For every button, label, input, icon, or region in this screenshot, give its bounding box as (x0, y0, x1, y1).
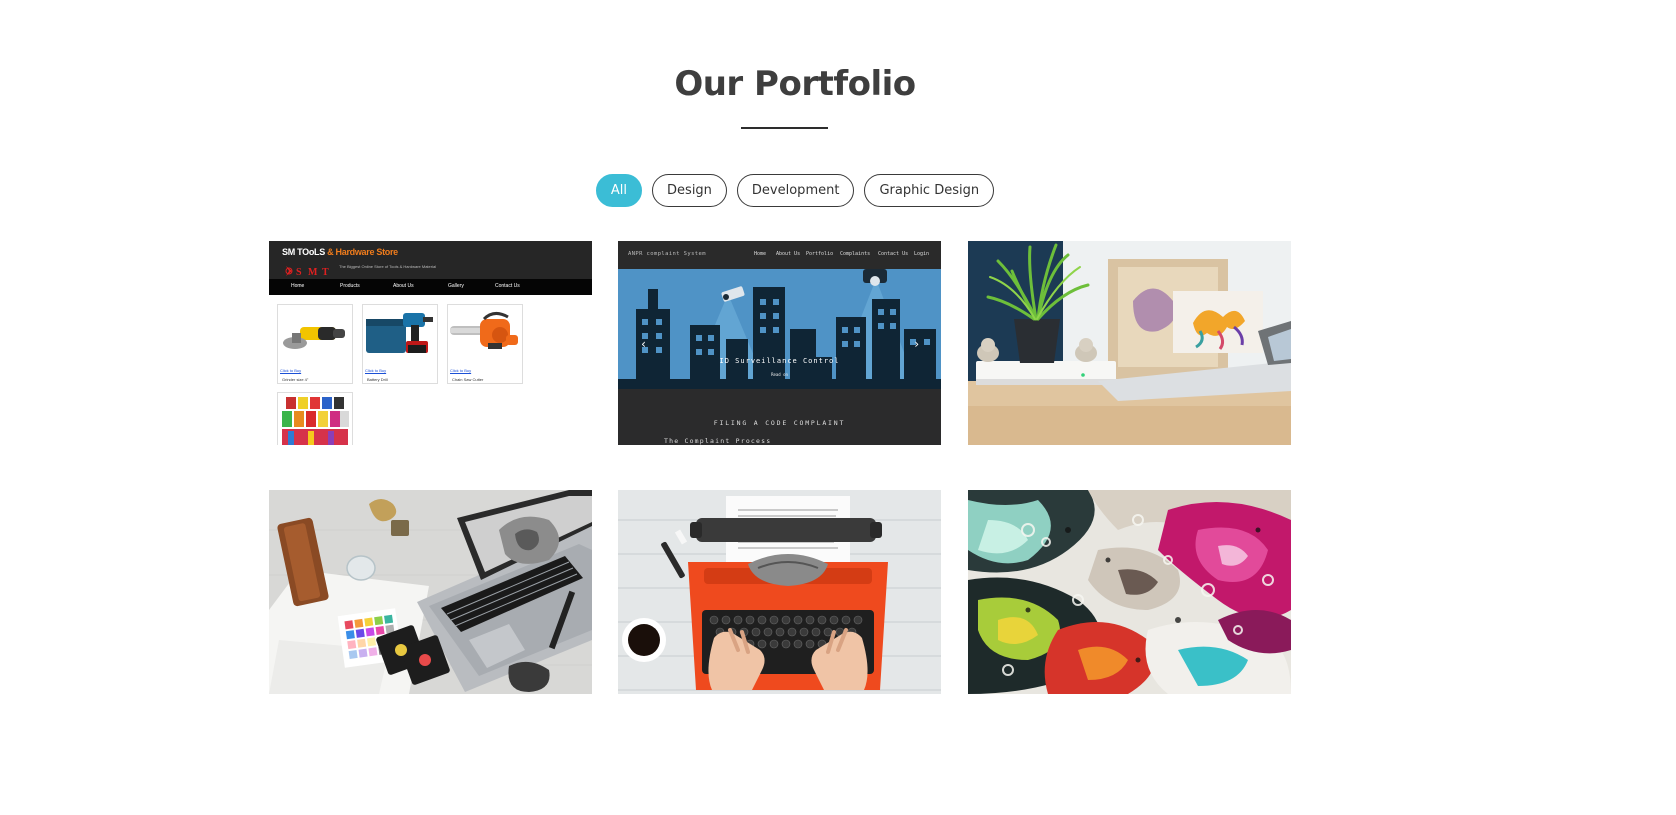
portfolio-item-laptop-drawing[interactable] (269, 490, 592, 694)
site-brand: ANPR complaint System (628, 251, 706, 257)
product-card-drill: Click to Buy Battery Drill (362, 304, 438, 384)
site-nav-contact: Contact Us (495, 283, 520, 289)
site-nav-about: About Us (393, 283, 414, 289)
site-menu-item: Login (914, 251, 930, 257)
laptop-drawing-photo (269, 490, 592, 694)
product-card-chainsaw: Click to Buy Chain Saw Cutter (447, 304, 523, 384)
product-name: Battery Drill (367, 377, 388, 382)
site-nav-gallery: Gallery (448, 283, 464, 289)
site-menu-item: Home (754, 251, 767, 257)
hero-small-text: Read on (771, 372, 788, 377)
carousel-next-icon: › (913, 337, 921, 351)
site-menu-item: Contact Us (878, 251, 909, 257)
site-header: ANPR complaint System Home About Us Port… (618, 241, 941, 269)
product-buy-link: Click to Buy (450, 368, 472, 373)
section-heading: FILING A CODE COMPLAINT (713, 419, 846, 427)
product-name: Chain Saw Cutter (452, 377, 484, 382)
title-underline (741, 127, 828, 129)
filter-graphic-design-button[interactable]: Graphic Design (864, 174, 995, 207)
product-card-grinder: Click to Buy Grinder size 4" (277, 304, 353, 384)
filter-development-button[interactable]: Development (736, 174, 855, 207)
svg-text:S: S (296, 267, 302, 278)
city-skyline-illustration (618, 269, 941, 389)
carousel-prev-icon: ‹ (640, 337, 648, 351)
product-name: Grinder size 4" (282, 377, 309, 382)
site-nav-home: Home (291, 283, 305, 289)
drill-image (366, 313, 433, 353)
product-card-paint (277, 392, 353, 445)
product-buy-link: Click to Buy (365, 368, 387, 373)
portfolio-item-fluid-art[interactable] (968, 490, 1291, 694)
store-tagline: The Biggest Online Store of Tools & Hard… (339, 264, 437, 269)
portfolio-section: Our Portfolio All Design Development Gra… (0, 0, 1676, 815)
store-name-main: SM TOoLS (282, 247, 325, 257)
site-menu-item: Complaints (840, 251, 871, 257)
store-name-accent: & Hardware Store (327, 247, 398, 257)
fluid-art-photo (968, 490, 1291, 694)
store-name: SM TOoLS & Hardware Store (282, 247, 398, 257)
portfolio-item-tools-store[interactable]: SM TOoLS & Hardware Store S M T The Bigg… (269, 241, 592, 445)
typewriter-photo (618, 490, 941, 694)
portfolio-filters: All Design Development Graphic Design (0, 174, 1590, 207)
spray-paint-image (282, 397, 349, 445)
site-menu-item: About Us (776, 251, 801, 257)
svg-text:M: M (308, 267, 318, 278)
filter-all-button[interactable]: All (595, 174, 643, 207)
filter-design-button[interactable]: Design (652, 174, 727, 207)
store-logo-icon: S M T (285, 266, 329, 278)
site-header: SM TOoLS & Hardware Store S M T The Bigg… (269, 241, 592, 279)
product-buy-link: Click to Buy (280, 368, 302, 373)
site-menu-item: Portfolio (806, 251, 834, 257)
portfolio-item-typewriter[interactable] (618, 490, 941, 694)
hero-text: ID Surveillance Control (719, 357, 840, 365)
chainsaw-image (450, 312, 518, 349)
grinder-image (283, 327, 345, 349)
site-nav: Home Products About Us Gallery Contact U… (269, 279, 592, 295)
svg-text:T: T (322, 267, 329, 278)
section-title: Our Portfolio (674, 64, 916, 104)
portfolio-item-anpr-system[interactable]: ANPR complaint System Home About Us Port… (618, 241, 941, 445)
portfolio-item-desk-plant[interactable] (968, 241, 1291, 445)
section-subheading: The Complaint Process (664, 437, 772, 445)
site-nav-products: Products (340, 283, 360, 289)
desk-plant-photo (968, 241, 1291, 445)
